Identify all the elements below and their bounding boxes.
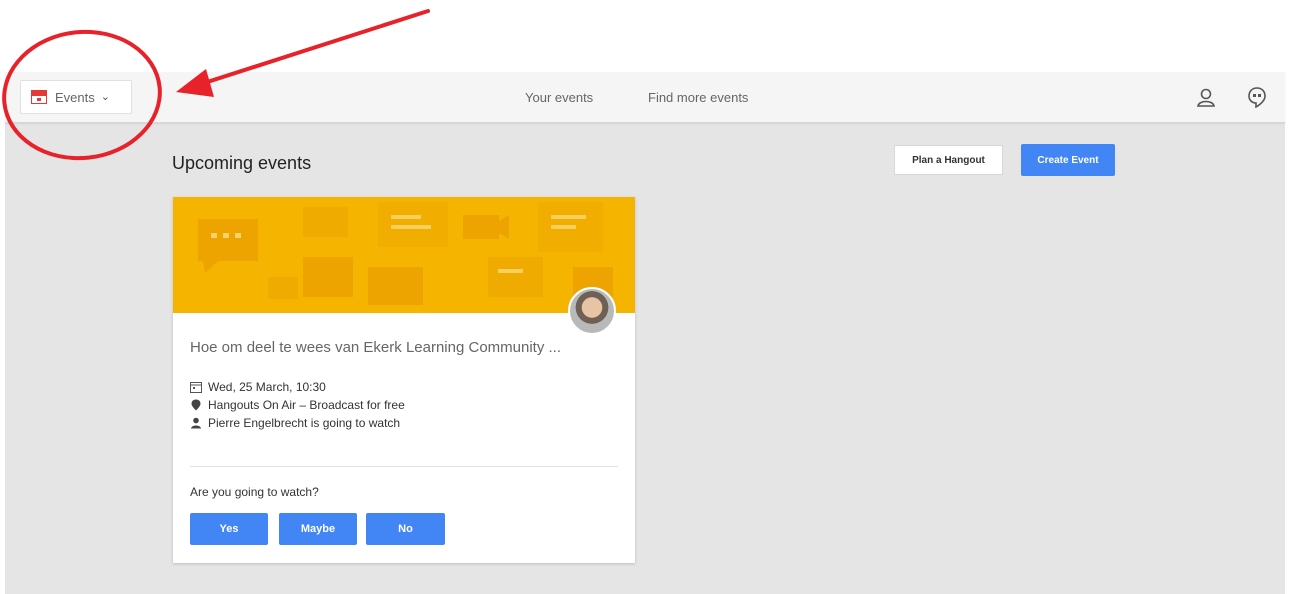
rsvp-question: Are you going to watch?: [190, 485, 319, 499]
plan-hangout-button[interactable]: Plan a Hangout: [894, 145, 1003, 175]
event-attendee: Pierre Engelbrecht is going to watch: [208, 416, 401, 430]
rsvp-yes-button[interactable]: Yes: [190, 513, 268, 545]
event-location-row: Hangouts On Air – Broadcast for free: [190, 398, 405, 412]
event-attendee-row: Pierre Engelbrecht is going to watch: [190, 416, 400, 430]
annotation-arrow: [176, 9, 430, 97]
event-title[interactable]: Hoe om deel te wees van Ekerk Learning C…: [190, 339, 630, 356]
event-card[interactable]: Hoe om deel te wees van Ekerk Learning C…: [173, 197, 635, 563]
event-date-row: Wed, 25 March, 10:30: [190, 380, 326, 394]
event-date: Wed, 25 March, 10:30: [208, 380, 326, 394]
event-location: Hangouts On Air – Broadcast for free: [208, 398, 405, 412]
location-pin-icon: [191, 399, 201, 411]
nav-your-events[interactable]: Your events: [525, 90, 593, 105]
hangouts-icon[interactable]: [1246, 86, 1268, 108]
banner-pattern: [198, 202, 613, 305]
create-event-button[interactable]: Create Event: [1021, 144, 1115, 176]
rsvp-no-button[interactable]: No: [366, 513, 445, 545]
event-banner-image: [173, 197, 635, 313]
nav-find-more-events[interactable]: Find more events: [648, 90, 748, 105]
calendar-icon: [190, 382, 202, 393]
page-title: Upcoming events: [172, 153, 312, 173]
profile-icon[interactable]: [1195, 87, 1217, 109]
rsvp-maybe-button[interactable]: Maybe: [279, 513, 357, 545]
card-divider: [190, 466, 618, 467]
avatar: [568, 287, 616, 335]
person-icon: [191, 417, 201, 429]
